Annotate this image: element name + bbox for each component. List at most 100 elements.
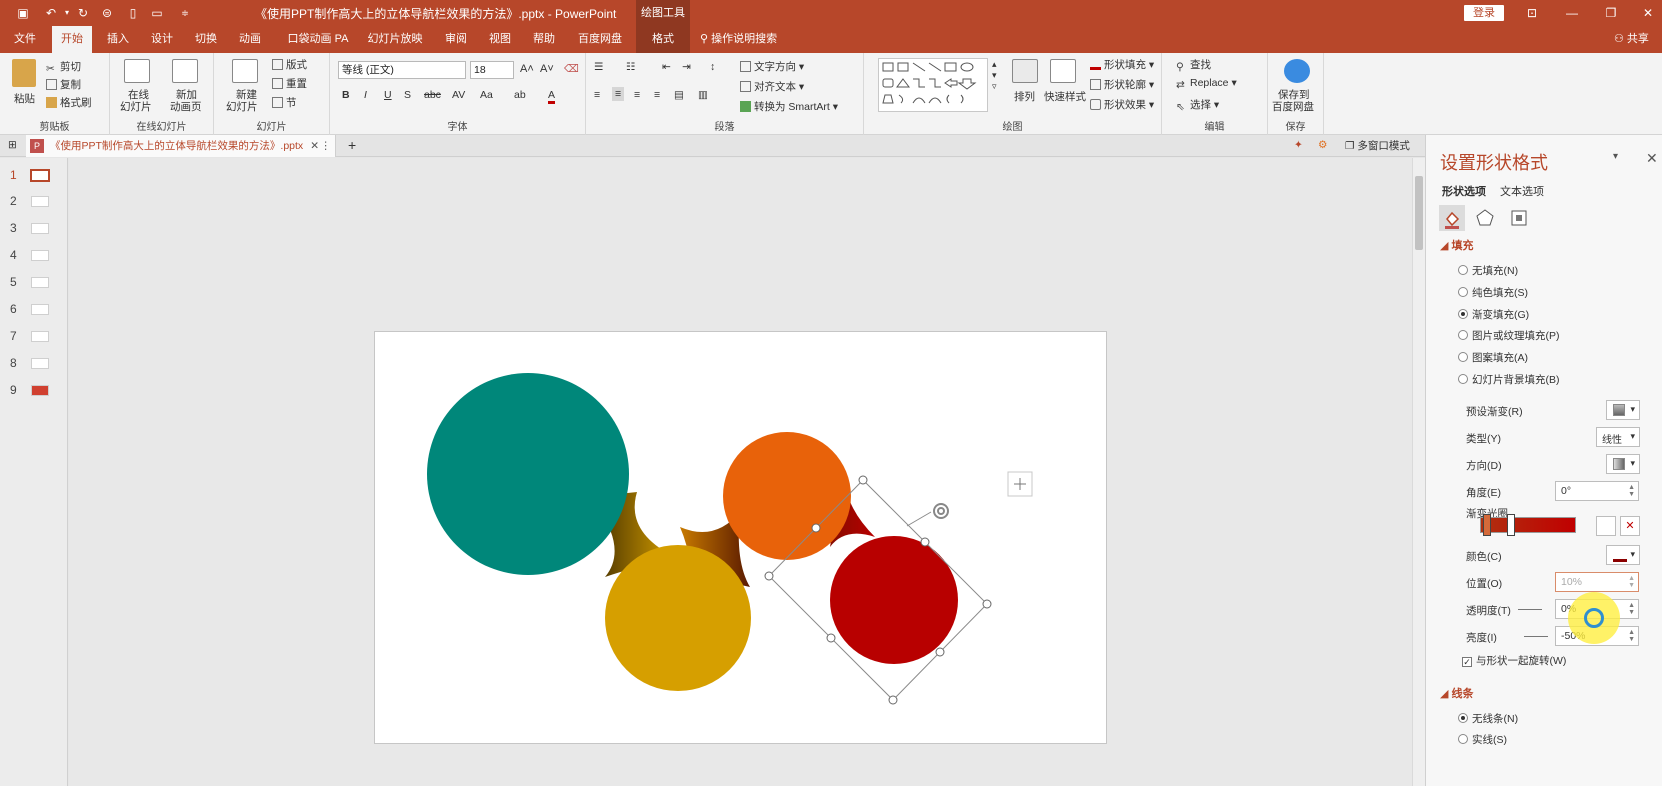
direction-dropdown[interactable]: ▾ xyxy=(1606,454,1640,474)
tab-text-options[interactable]: 文本选项 xyxy=(1500,183,1544,199)
align-left-icon[interactable]: ≡ xyxy=(594,89,600,101)
pane-close-icon[interactable]: ✕ xyxy=(1646,150,1658,167)
save-to-label-2[interactable]: 百度网盘 xyxy=(1272,99,1314,114)
italic-button[interactable]: I xyxy=(364,89,367,101)
select-button[interactable]: ⇖ 选择 ▾ xyxy=(1176,97,1219,113)
shape-gallery[interactable] xyxy=(878,58,988,112)
angle-input[interactable]: 0° ▲ ▼ xyxy=(1555,481,1639,501)
font-size-select[interactable]: 18 xyxy=(470,61,514,79)
numbering-icon[interactable]: ☷ xyxy=(626,61,635,73)
decrease-indent-icon[interactable]: ⇤ xyxy=(662,61,671,73)
new-animation-icon[interactable] xyxy=(172,59,198,83)
slide-thumbnail[interactable]: 8 xyxy=(0,352,68,376)
pane-options-icon[interactable]: ▾ xyxy=(1613,151,1618,162)
effects-pentagon-icon[interactable] xyxy=(1472,205,1498,231)
slide-thumbnail[interactable]: 3 xyxy=(0,217,68,241)
char-spacing-icon[interactable]: AV xyxy=(452,89,465,101)
fill-section-header[interactable]: ◢ 填充 xyxy=(1440,237,1474,253)
radio-background-fill[interactable]: 幻灯片背景填充(B) xyxy=(1458,372,1560,387)
save-icon[interactable]: ▣ xyxy=(14,4,32,22)
slide-thumbnail[interactable]: 2 xyxy=(0,190,68,214)
paste-button[interactable]: 粘贴 xyxy=(14,91,35,106)
spinner-arrows-icon[interactable]: ▲ ▼ xyxy=(1628,484,1635,498)
resize-handle[interactable] xyxy=(920,537,930,547)
section-button[interactable]: 节 xyxy=(272,95,297,110)
orange-circle[interactable] xyxy=(723,432,851,560)
new-tab-icon[interactable]: + xyxy=(348,137,356,153)
scrollbar-thumb[interactable] xyxy=(1415,176,1423,250)
tab-shape-options[interactable]: 形状选项 xyxy=(1442,183,1486,199)
slide-thumbnail[interactable]: 7 xyxy=(0,325,68,349)
teal-circle[interactable] xyxy=(427,373,629,575)
fill-line-icon[interactable] xyxy=(1439,205,1465,231)
tab-format[interactable]: 格式 xyxy=(636,26,690,53)
gradient-stop-handle[interactable] xyxy=(1507,514,1515,536)
line-spacing-icon[interactable]: ↕ xyxy=(710,61,715,73)
rotate-handle-icon[interactable] xyxy=(933,503,949,519)
login-button[interactable]: 登录 xyxy=(1464,5,1504,21)
remove-stop-icon[interactable]: ✕ xyxy=(1620,516,1640,536)
tell-me-search[interactable]: ⚲ 操作说明搜索 xyxy=(700,26,777,53)
new-slide-label-2[interactable]: 幻灯片 xyxy=(226,99,258,114)
spinner-arrows-icon[interactable]: ▲ ▼ xyxy=(1628,575,1635,589)
paste-icon[interactable] xyxy=(12,59,36,87)
find-button[interactable]: ⚲ 查找 xyxy=(1176,57,1211,73)
slide-thumbnail[interactable]: 9 xyxy=(0,379,68,403)
resize-handle[interactable] xyxy=(811,523,821,533)
shadow-button[interactable]: S xyxy=(404,89,411,101)
bold-button[interactable]: B xyxy=(342,89,350,101)
new-file-icon[interactable]: ▯ xyxy=(124,4,142,22)
share-button[interactable]: ⚇ 共享 xyxy=(1614,26,1649,53)
minimize-icon[interactable]: — xyxy=(1562,3,1582,23)
tab-menu-icon[interactable]: ⋮ xyxy=(321,135,332,157)
justify-icon[interactable]: ≡ xyxy=(654,89,660,101)
multi-window-button[interactable]: ❐ 多窗口模式 xyxy=(1345,135,1410,157)
tab-pocket-animation[interactable]: 口袋动画 PA xyxy=(282,26,354,53)
brightness-slider[interactable] xyxy=(1524,636,1548,637)
strikethrough-button[interactable]: abc xyxy=(424,89,441,101)
align-center-icon[interactable]: ≡ xyxy=(612,87,625,101)
slide-thumbnail[interactable]: 5 xyxy=(0,271,68,295)
tab-list-icon[interactable]: ⊞ xyxy=(8,139,17,151)
restore-icon[interactable]: ❐ xyxy=(1601,3,1621,23)
columns-icon[interactable]: ▥ xyxy=(698,89,708,101)
align-right-icon[interactable]: ≡ xyxy=(634,89,640,101)
tab-file[interactable]: 文件 xyxy=(6,26,44,53)
reset-button[interactable]: 重置 xyxy=(272,76,307,91)
type-dropdown[interactable]: 线性 ▾ xyxy=(1596,427,1640,447)
increase-font-icon[interactable]: A˄ xyxy=(520,63,534,75)
copy-button[interactable]: 复制 xyxy=(46,77,81,92)
distribute-icon[interactable]: ▤ xyxy=(674,89,684,101)
spinner-arrows-icon[interactable]: ▲ ▼ xyxy=(1628,602,1635,616)
quick-styles-icon[interactable] xyxy=(1050,59,1076,83)
layout-button[interactable]: 版式 xyxy=(272,57,307,72)
slide-thumbnail[interactable]: 4 xyxy=(0,244,68,268)
tab-help[interactable]: 帮助 xyxy=(524,26,564,53)
text-direction-button[interactable]: 文字方向 ▾ xyxy=(740,59,804,74)
tab-insert[interactable]: 插入 xyxy=(98,26,138,53)
slide-thumbnail[interactable]: 6 xyxy=(0,298,68,322)
customize-qat-icon[interactable]: ≑ xyxy=(176,4,194,22)
radio-solid-line[interactable]: 实线(S) xyxy=(1458,732,1507,747)
gradient-stop-handle[interactable] xyxy=(1483,514,1491,536)
add-element-icon[interactable] xyxy=(1007,471,1033,497)
resize-handle[interactable] xyxy=(888,695,898,705)
resize-handle[interactable] xyxy=(858,475,868,485)
radio-no-fill[interactable]: 无填充(N) xyxy=(1458,263,1518,278)
arrange-button[interactable]: 排列 xyxy=(1014,89,1035,104)
online-slides-icon[interactable] xyxy=(124,59,150,83)
online-slides-label-2[interactable]: 幻灯片 xyxy=(120,99,152,114)
transparency-slider[interactable] xyxy=(1518,609,1542,610)
slide-thumbnail[interactable]: 1 xyxy=(0,164,68,188)
settings-icon[interactable]: ⚙ xyxy=(1318,139,1327,151)
decrease-font-icon[interactable]: A˅ xyxy=(540,63,554,75)
rotate-with-shape-checkbox[interactable]: ✓ 与形状一起旋转(W) xyxy=(1462,653,1566,668)
gradient-stops-bar[interactable] xyxy=(1480,514,1576,536)
resize-handle[interactable] xyxy=(764,571,774,581)
format-painter-button[interactable]: 格式刷 xyxy=(46,95,92,110)
quick-styles-button[interactable]: 快速样式 xyxy=(1044,89,1086,104)
tab-animations[interactable]: 动画 xyxy=(230,26,270,53)
tab-transitions[interactable]: 切换 xyxy=(186,26,226,53)
vertical-scrollbar[interactable] xyxy=(1412,158,1425,786)
resize-handle[interactable] xyxy=(982,599,992,609)
